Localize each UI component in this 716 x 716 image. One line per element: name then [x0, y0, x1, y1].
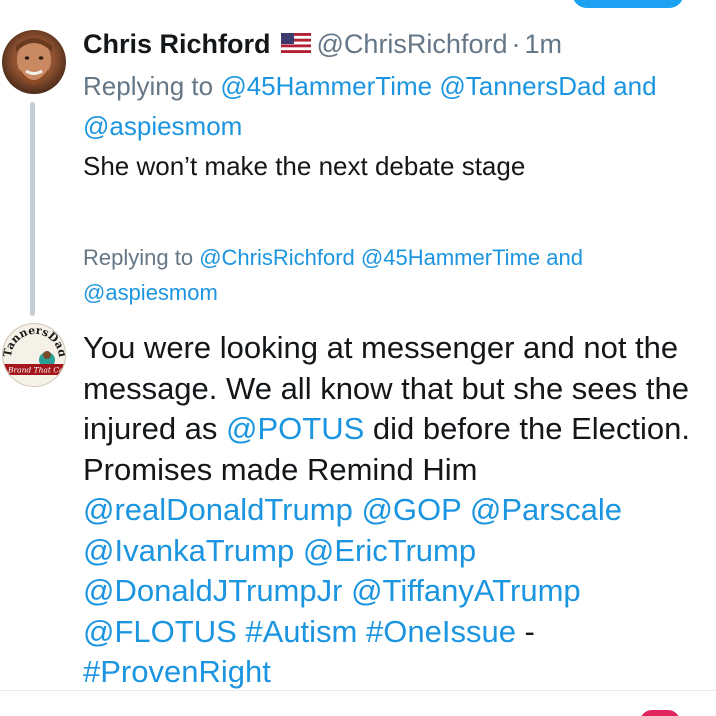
mention-link[interactable]: @FLOTUS: [83, 614, 237, 649]
mention-link[interactable]: @GOP: [361, 492, 461, 527]
mention-link[interactable]: @aspiesmom: [83, 280, 218, 305]
tweet-header: Chris Richford @ChrisRichford · 1m: [83, 26, 562, 66]
mention-link[interactable]: @aspiesmom: [83, 111, 242, 141]
hashtag-link[interactable]: #ProvenRight: [83, 654, 271, 689]
text-segment: -: [515, 613, 535, 649]
mention-link[interactable]: @POTUS: [226, 411, 364, 446]
tweet-thread: Chris Richford @ChrisRichford · 1m Replyin…: [0, 0, 716, 716]
author-handle[interactable]: @ChrisRichford: [317, 29, 508, 59]
mention-link[interactable]: @ChrisRichford: [199, 245, 355, 270]
and-word: and: [546, 245, 583, 270]
mention-link[interactable]: @TiffanyATrump: [351, 573, 581, 608]
separator-dot: ·: [511, 29, 521, 60]
hashtag-link[interactable]: #OneIssue: [366, 614, 516, 649]
follow-button[interactable]: [572, 0, 684, 8]
mention-link[interactable]: @EricTrump: [303, 533, 476, 568]
mention-link[interactable]: @IvankaTrump: [83, 533, 294, 568]
mention-link[interactable]: @realDonaldTrump: [83, 492, 353, 527]
mention-link[interactable]: @45HammerTime: [220, 71, 432, 101]
timestamp[interactable]: 1m: [524, 29, 562, 59]
author-name[interactable]: Chris Richford: [83, 29, 271, 59]
mention-link[interactable]: @TannersDad: [439, 71, 606, 101]
avatar[interactable]: [2, 30, 66, 94]
svg-text:Brand That Ca: Brand That Ca: [7, 366, 64, 375]
mention-link[interactable]: @45HammerTime: [361, 245, 540, 270]
divider: [0, 690, 716, 691]
tweet-text: She won’t make the next debate stage: [83, 151, 526, 181]
us-flag-icon: [280, 26, 311, 62]
avatar[interactable]: TannersDad Brand That Ca: [2, 323, 66, 387]
like-icon[interactable]: [640, 710, 680, 716]
tweet-text: You were looking at messenger and not th…: [83, 328, 708, 693]
hashtag-link[interactable]: #Autism: [245, 614, 357, 649]
tannersdad-logo-icon: TannersDad Brand That Ca: [3, 324, 65, 386]
and-word: and: [613, 71, 657, 101]
replying-to-label: Replying to: [83, 71, 214, 101]
thread-connector-line: [30, 102, 35, 316]
replying-to-line: Replying to @ChrisRichford @45HammerTime…: [83, 240, 683, 310]
avatar-photo-icon: [16, 38, 52, 85]
replying-to-line: Replying to @45HammerTime @TannersDad an…: [83, 66, 683, 146]
mention-link[interactable]: @Parscale: [470, 492, 622, 527]
replying-to-label: Replying to: [83, 245, 194, 270]
mention-link[interactable]: @DonaldJTrumpJr: [83, 573, 342, 608]
